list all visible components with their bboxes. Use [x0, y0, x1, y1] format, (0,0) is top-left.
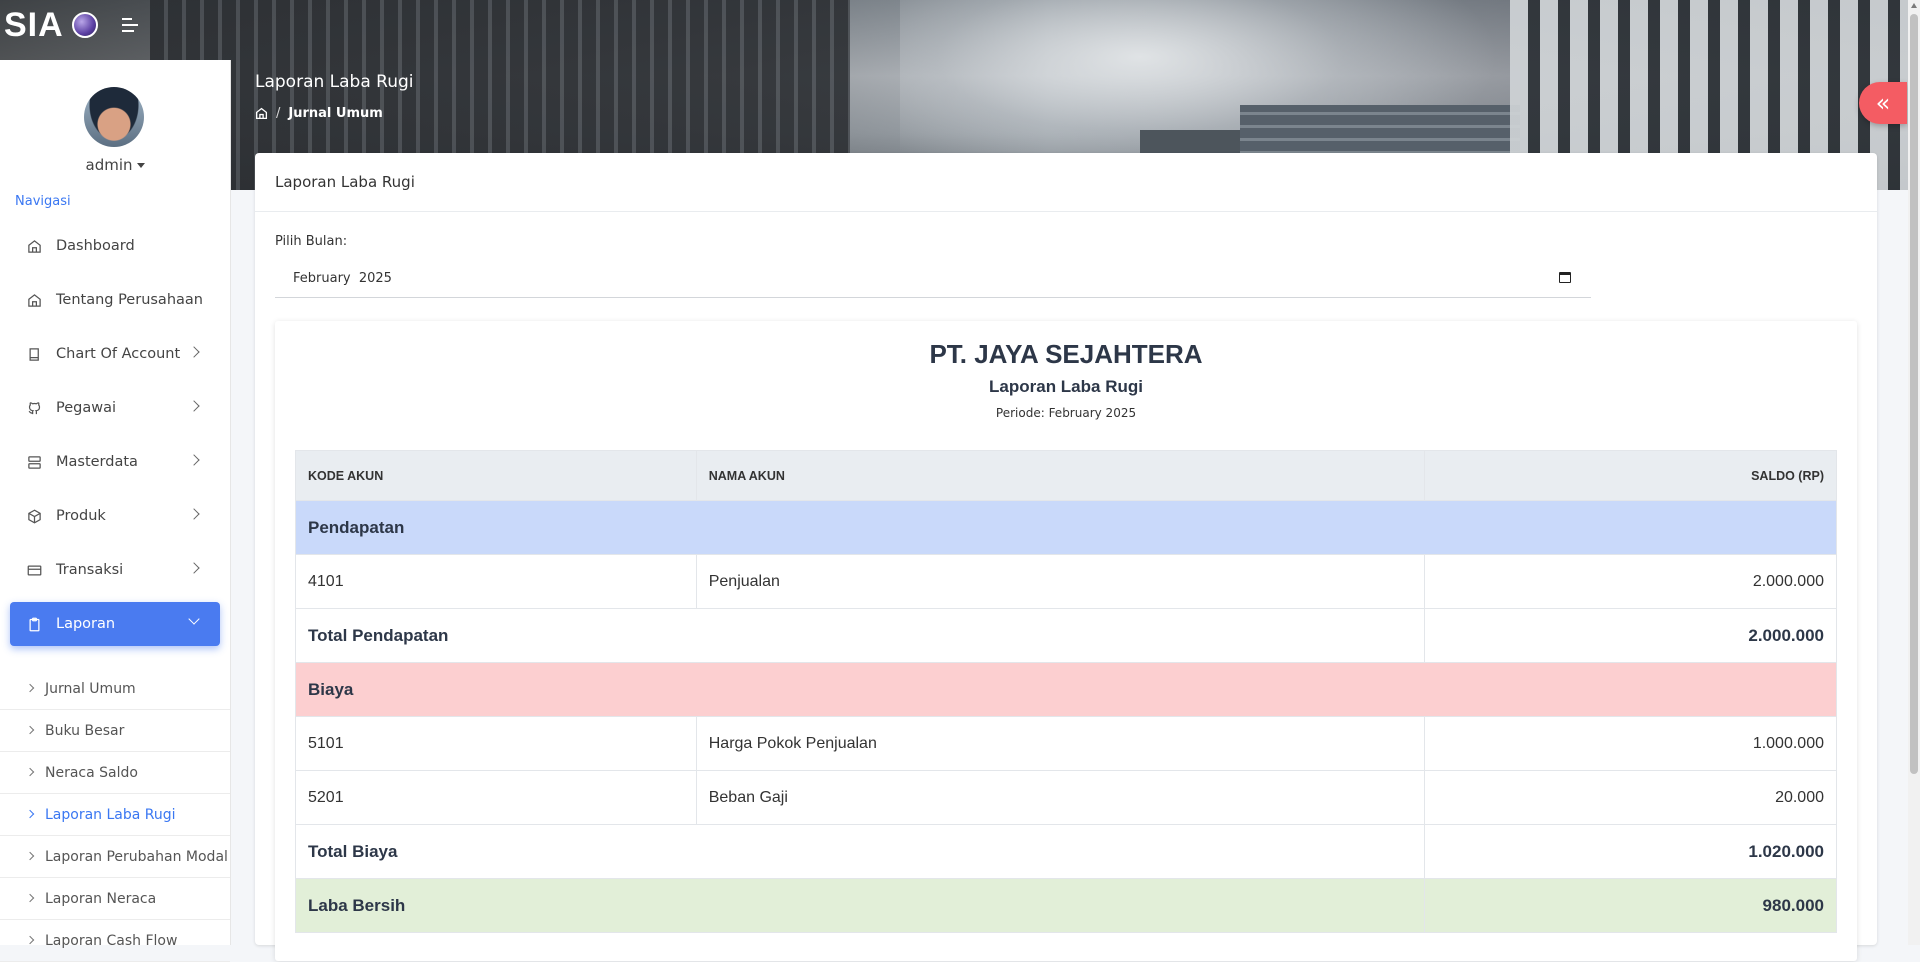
sidebar-item-label: Transaksi	[56, 562, 124, 578]
credit-card-icon	[26, 562, 42, 578]
total-row-biaya: Total Biaya 1.020.000	[294, 824, 1837, 879]
submenu-item-laporan-perubahan-modal[interactable]: Laporan Perubahan Modal	[0, 836, 230, 878]
chevron-right-icon	[188, 454, 200, 466]
sidebar-item-tentang-perusahaan[interactable]: Tentang Perusahaan	[10, 278, 220, 322]
page-title: Laporan Laba Rugi	[255, 72, 414, 92]
account-name: Penjualan	[695, 554, 1426, 609]
submenu-item-laporan-cash-flow[interactable]: Laporan Cash Flow	[0, 920, 230, 962]
table-header-row: KODE AKUN NAMA AKUN SALDO (RP)	[295, 450, 1837, 501]
scroll-up-arrow-icon[interactable]	[1911, 3, 1917, 8]
sidebar-item-label: Dashboard	[56, 238, 135, 254]
sidebar-item-chart-of-account[interactable]: Chart Of Account	[10, 332, 220, 376]
home-icon	[26, 292, 42, 308]
section-label: Biaya	[295, 662, 1837, 717]
user-menu[interactable]: admin	[0, 156, 230, 174]
chevron-down-icon	[188, 613, 200, 625]
sidebar-item-label: Laporan	[56, 616, 116, 632]
double-chevron-left-icon: «	[1875, 89, 1891, 117]
report-company-name: PT. JAYA SEJAHTERA	[929, 339, 1203, 369]
net-income-amount: 980.000	[1424, 878, 1837, 933]
total-label: Total Biaya	[294, 824, 1426, 879]
avatar[interactable]	[84, 87, 144, 147]
income-statement: PT. JAYA SEJAHTERA Laporan Laba Rugi Per…	[275, 321, 1857, 961]
account-amount: 20.000	[1424, 770, 1837, 825]
total-label: Total Pendapatan	[294, 608, 1426, 663]
submenu-item-neraca-saldo[interactable]: Neraca Saldo	[0, 752, 230, 794]
username: admin	[85, 156, 133, 174]
column-header-saldo: SALDO (RP)	[1424, 450, 1837, 501]
report-card: Laporan Laba Rugi Pilih Bulan: February …	[255, 153, 1877, 961]
report-period: Periode: February 2025	[995, 406, 1137, 420]
net-income-row: Laba Bersih 980.000	[294, 878, 1837, 933]
menu-toggle-icon[interactable]	[122, 18, 140, 34]
total-row-pendapatan: Total Pendapatan 2.000.000	[294, 608, 1837, 663]
sidebar-item-produk[interactable]: Produk	[10, 494, 220, 538]
card-title: Laporan Laba Rugi	[255, 153, 1877, 212]
account-code: 5201	[295, 770, 697, 825]
table-row: 5201 Beban Gaji 20.000	[295, 770, 1837, 825]
account-code: 5101	[295, 716, 697, 771]
month-label: Pilih Bulan:	[275, 234, 348, 249]
sidebar-item-dashboard[interactable]: Dashboard	[10, 224, 220, 268]
brand-logo-text[interactable]: SIA	[4, 6, 64, 45]
box-icon	[26, 508, 42, 524]
chevron-right-icon	[188, 400, 200, 412]
total-amount: 2.000.000	[1424, 608, 1837, 663]
nav-section-label: Navigasi	[15, 194, 71, 209]
clipboard-icon	[26, 616, 42, 632]
laporan-submenu: Jurnal Umum Buku Besar Neraca Saldo Lapo…	[0, 668, 230, 962]
account-amount: 2.000.000	[1424, 554, 1837, 609]
page-scrollbar[interactable]	[1908, 0, 1920, 945]
caret-down-icon	[136, 163, 145, 168]
month-picker-value: February 2025	[293, 271, 392, 286]
collapse-panel-button[interactable]: «	[1859, 82, 1907, 124]
scrollbar-thumb[interactable]	[1910, 14, 1918, 774]
breadcrumb: / Jurnal Umum	[255, 106, 383, 121]
section-row-pendapatan: Pendapatan	[295, 500, 1837, 555]
report-title: Laporan Laba Rugi	[989, 377, 1143, 396]
column-header-nama-akun: NAMA AKUN	[695, 450, 1426, 501]
github-icon	[26, 400, 42, 416]
income-statement-table: KODE AKUN NAMA AKUN SALDO (RP) Pendapata…	[294, 450, 1837, 933]
submenu-item-buku-besar[interactable]: Buku Besar	[0, 710, 230, 752]
month-picker-input[interactable]: February 2025	[275, 260, 1591, 298]
submenu-item-laporan-laba-rugi[interactable]: Laporan Laba Rugi	[0, 794, 230, 836]
total-amount: 1.020.000	[1424, 824, 1837, 879]
brand-logo-icon	[72, 12, 98, 38]
sidebar-item-label: Pegawai	[56, 400, 117, 416]
sidebar-item-masterdata[interactable]: Masterdata	[10, 440, 220, 484]
account-amount: 1.000.000	[1424, 716, 1837, 771]
breadcrumb-separator: /	[276, 106, 281, 121]
home-icon	[26, 238, 42, 254]
account-name: Harga Pokok Penjualan	[695, 716, 1426, 771]
submenu-item-laporan-neraca[interactable]: Laporan Neraca	[0, 878, 230, 920]
server-icon	[26, 454, 42, 470]
table-row: 5101 Harga Pokok Penjualan 1.000.000	[295, 716, 1837, 771]
sidebar-item-laporan[interactable]: Laporan	[10, 602, 220, 646]
sidebar-item-label: Masterdata	[56, 454, 138, 470]
account-name: Beban Gaji	[695, 770, 1426, 825]
section-row-biaya: Biaya	[295, 662, 1837, 717]
breadcrumb-current[interactable]: Jurnal Umum	[288, 106, 382, 121]
net-income-label: Laba Bersih	[294, 878, 1426, 933]
sidebar-item-label: Tentang Perusahaan	[56, 292, 203, 308]
sidebar-item-label: Chart Of Account	[56, 346, 181, 362]
sidebar-item-pegawai[interactable]: Pegawai	[10, 386, 220, 430]
calendar-icon[interactable]	[1559, 272, 1571, 283]
section-label: Pendapatan	[295, 500, 1837, 555]
book-icon	[26, 346, 42, 362]
chevron-right-icon	[188, 508, 200, 520]
account-code: 4101	[295, 554, 697, 609]
submenu-item-jurnal-umum[interactable]: Jurnal Umum	[0, 668, 230, 710]
sidebar-item-label: Produk	[56, 508, 106, 524]
sidebar-nav: Dashboard Tentang Perusahaan Chart Of Ac…	[10, 224, 220, 656]
column-header-kode-akun: KODE AKUN	[295, 450, 697, 501]
chevron-right-icon	[188, 346, 200, 358]
table-row: 4101 Penjualan 2.000.000	[295, 554, 1837, 609]
chevron-right-icon	[188, 562, 200, 574]
sidebar: admin Navigasi Dashboard Tentang Perusah…	[0, 60, 231, 962]
brand-bar: SIA	[0, 0, 230, 60]
home-icon[interactable]	[255, 107, 268, 120]
sidebar-item-transaksi[interactable]: Transaksi	[10, 548, 220, 592]
